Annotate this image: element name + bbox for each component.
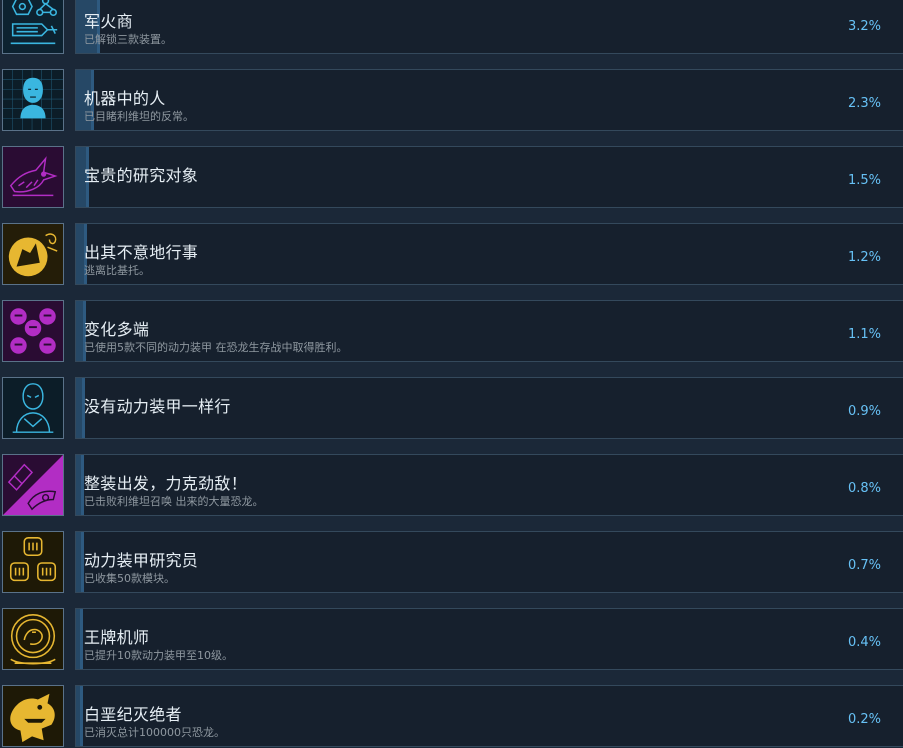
unlock-percentage: 0.4% [847,635,881,650]
achievement-description: 已收集50款模块。 [84,572,175,585]
progress-bar [76,455,84,515]
ghost-in-machine-icon [2,69,64,131]
achievement-panel: 王牌机师 已提升10款动力装甲至10级。 0.4% [75,608,903,670]
arms-dealer-icon [2,0,64,54]
achievement-row[interactable]: 机器中的人 已目睹利维坦的反常。 2.3% [0,69,903,133]
achievement-panel: 白垩纪灭绝者 已消灭总计100000只恐龙。 0.2% [75,685,903,747]
unlock-percentage: 0.9% [847,404,881,419]
achievement-description: 已消灭总计100000只恐龙。 [84,726,225,739]
achievement-title: 变化多端 [84,320,150,339]
achievement-row[interactable]: 白垩纪灭绝者 已消灭总计100000只恐龙。 0.2% [0,685,903,748]
achievement-row[interactable]: 变化多端 已使用5款不同的动力装甲 在恐龙生存战中取得胜利。 1.1% [0,300,903,364]
progress-bar [76,686,83,746]
achievement-row[interactable]: 出其不意地行事 逃离比基托。 1.2% [0,223,903,287]
achievement-description: 逃离比基托。 [84,264,150,277]
achievement-title: 白垩纪灭绝者 [84,705,182,724]
achievement-description: 已目睹利维坦的反常。 [84,110,194,123]
achievement-row[interactable]: 王牌机师 已提升10款动力装甲至10级。 0.4% [0,608,903,672]
achievement-panel: 宝贵的研究对象 1.5% [75,146,903,208]
achievement-description: 已解锁三款装置。 [84,33,172,46]
unlock-percentage: 0.7% [847,558,881,573]
achievement-title: 机器中的人 [84,89,166,108]
achievement-description: 已击败利维坦召唤 出来的大量恐龙。 [84,495,264,508]
exosuit-researcher-icon [2,531,64,593]
achievement-row[interactable]: 宝贵的研究对象 1.5% [0,146,903,210]
unlock-percentage: 1.2% [847,250,881,265]
achievement-title: 动力装甲研究员 [84,551,199,570]
achievement-list: 军火商 已解锁三款装置。 3.2% 机器中的人 已目睹利维坦的反常。 2.3% … [0,0,903,748]
achievement-title: 整装出发，力克劲敌！ [84,474,248,493]
progress-bar [76,609,83,669]
achievement-panel: 动力装甲研究员 已收集50款模块。 0.7% [75,531,903,593]
achievement-description: 已提升10款动力装甲至10级。 [84,649,233,662]
unlock-percentage: 3.2% [847,19,881,34]
unlock-percentage: 0.2% [847,712,881,727]
achievement-row[interactable]: 军火商 已解锁三款装置。 3.2% [0,0,903,56]
achievement-title: 军火商 [84,12,133,31]
achievement-row[interactable]: 动力装甲研究员 已收集50款模块。 0.7% [0,531,903,595]
surprise-escape-icon [2,223,64,285]
achievement-title: 王牌机师 [84,628,150,647]
unlock-percentage: 0.8% [847,481,881,496]
no-suit-icon [2,377,64,439]
cretaceous-exterminator-icon [2,685,64,747]
achievement-title: 宝贵的研究对象 [84,166,199,185]
achievement-panel: 军火商 已解锁三款装置。 3.2% [75,0,903,54]
progress-bar [76,532,84,592]
achievement-row[interactable]: 整装出发，力克劲敌！ 已击败利维坦召唤 出来的大量恐龙。 0.8% [0,454,903,518]
achievement-title: 没有动力装甲一样行 [84,397,231,416]
achievement-panel: 整装出发，力克劲敌！ 已击败利维坦召唤 出来的大量恐龙。 0.8% [75,454,903,516]
achievement-panel: 出其不意地行事 逃离比基托。 1.2% [75,223,903,285]
achievement-panel: 机器中的人 已目睹利维坦的反常。 2.3% [75,69,903,131]
unlock-percentage: 2.3% [847,96,881,111]
precious-specimen-icon [2,146,64,208]
achievement-panel: 没有动力装甲一样行 0.9% [75,377,903,439]
achievement-panel: 变化多端 已使用5款不同的动力装甲 在恐龙生存战中取得胜利。 1.1% [75,300,903,362]
suit-up-icon [2,454,64,516]
achievement-description: 已使用5款不同的动力装甲 在恐龙生存战中取得胜利。 [84,341,348,354]
ace-pilot-icon [2,608,64,670]
achievement-row[interactable]: 没有动力装甲一样行 0.9% [0,377,903,441]
achievement-title: 出其不意地行事 [84,243,199,262]
unlock-percentage: 1.5% [847,173,881,188]
unlock-percentage: 1.1% [847,327,881,342]
many-faces-icon [2,300,64,362]
